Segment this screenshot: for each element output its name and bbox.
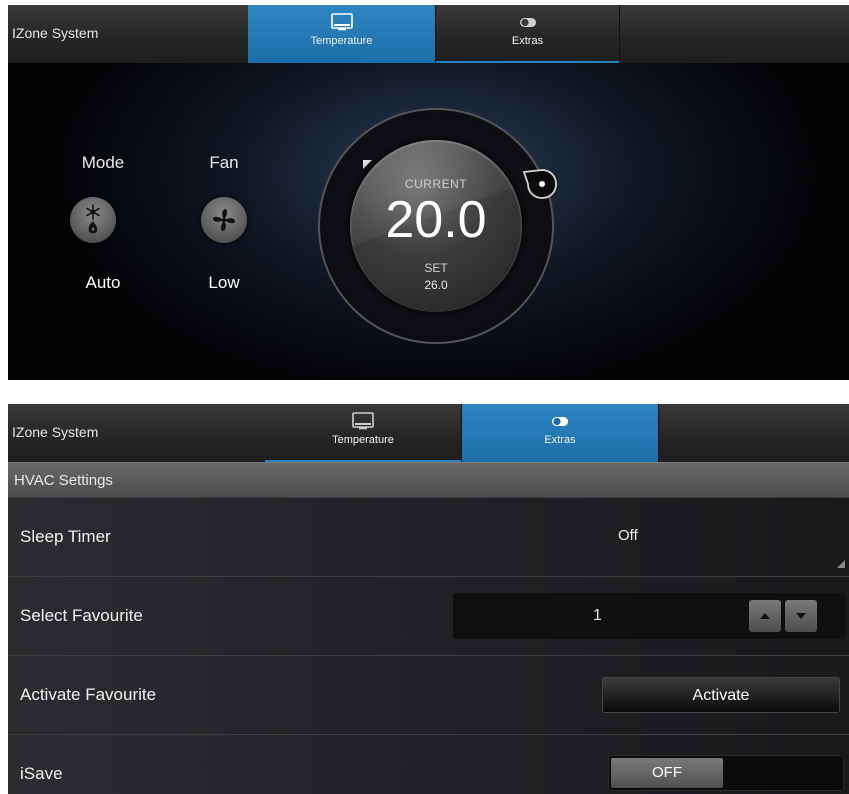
sleep-timer-row[interactable]: Sleep Timer Off [8, 497, 849, 576]
extras-panel: IZone System Temperature Extras HVAC Set… [8, 404, 849, 794]
isave-toggle[interactable]: OFF [608, 755, 844, 791]
dial-handle-icon[interactable] [520, 166, 560, 202]
activate-favourite-row: Activate Favourite Activate [8, 655, 849, 734]
tab-extras[interactable]: Extras [436, 5, 619, 63]
tab-extras[interactable]: Extras [462, 404, 658, 462]
arrow-up-icon [760, 613, 770, 619]
snowflake-flame-icon [86, 204, 100, 234]
top-tab-bar: IZone System Temperature Extras [8, 5, 849, 63]
favourite-stepper[interactable]: 1 [453, 593, 845, 639]
tab-extras-label: Extras [511, 35, 544, 47]
dial-face: CURRENT 20.0 SET 26.0 [350, 140, 522, 312]
isave-toggle-knob: OFF [611, 758, 723, 788]
mode-label: Mode [81, 153, 125, 172]
monitor-icon [330, 13, 353, 31]
fan-button[interactable] [201, 197, 247, 243]
app-title: IZone System [12, 424, 99, 440]
section-header: HVAC Settings [8, 462, 849, 498]
tab-temperature-label: Temperature [332, 434, 394, 446]
activate-button[interactable]: Activate [602, 677, 840, 713]
select-favourite-row: Select Favourite 1 [8, 576, 849, 655]
thermostat-dial[interactable]: CURRENT 20.0 SET 26.0 [318, 108, 557, 344]
isave-label: iSave [20, 764, 63, 783]
thermostat-stage: Mode Auto Fan Low CURRENT 20.0 SET 26.0 [8, 63, 849, 380]
fan-value: Low [208, 273, 240, 292]
fan-icon [213, 209, 235, 231]
select-favourite-label: Select Favourite [20, 606, 143, 625]
sleep-timer-value[interactable]: Off [618, 527, 638, 544]
app-title: IZone System [12, 25, 99, 41]
increment-button[interactable] [749, 600, 781, 632]
tab-temperature[interactable]: Temperature [248, 5, 435, 63]
set-temperature: 26.0 [424, 278, 448, 292]
mode-value: Auto [85, 273, 121, 292]
tab-extras-label: Extras [544, 434, 576, 446]
decrement-button[interactable] [785, 600, 817, 632]
sleep-timer-label: Sleep Timer [20, 527, 111, 546]
temperature-panel: IZone System Temperature Extras Mode Aut… [8, 5, 849, 380]
fan-label: Fan [209, 153, 239, 172]
tab-temperature[interactable]: Temperature [265, 404, 461, 462]
dropdown-corner-icon [837, 560, 845, 568]
current-temperature: 20.0 [385, 191, 487, 249]
toggle-icon [519, 18, 536, 27]
tab-temperature-label: Temperature [310, 35, 373, 47]
set-label: SET [424, 261, 448, 275]
tab-divider [619, 5, 620, 63]
bottom-tab-bar: IZone System Temperature Extras [8, 404, 849, 462]
tab-divider [658, 404, 659, 462]
activate-favourite-label: Activate Favourite [20, 685, 157, 704]
current-label: CURRENT [404, 177, 468, 191]
section-title: HVAC Settings [14, 472, 113, 489]
isave-row: iSave OFF [8, 734, 849, 794]
favourite-value: 1 [593, 607, 602, 624]
monitor-icon [352, 412, 374, 430]
mode-button[interactable] [70, 197, 116, 243]
toggle-icon [552, 417, 568, 426]
arrow-down-icon [796, 613, 806, 619]
